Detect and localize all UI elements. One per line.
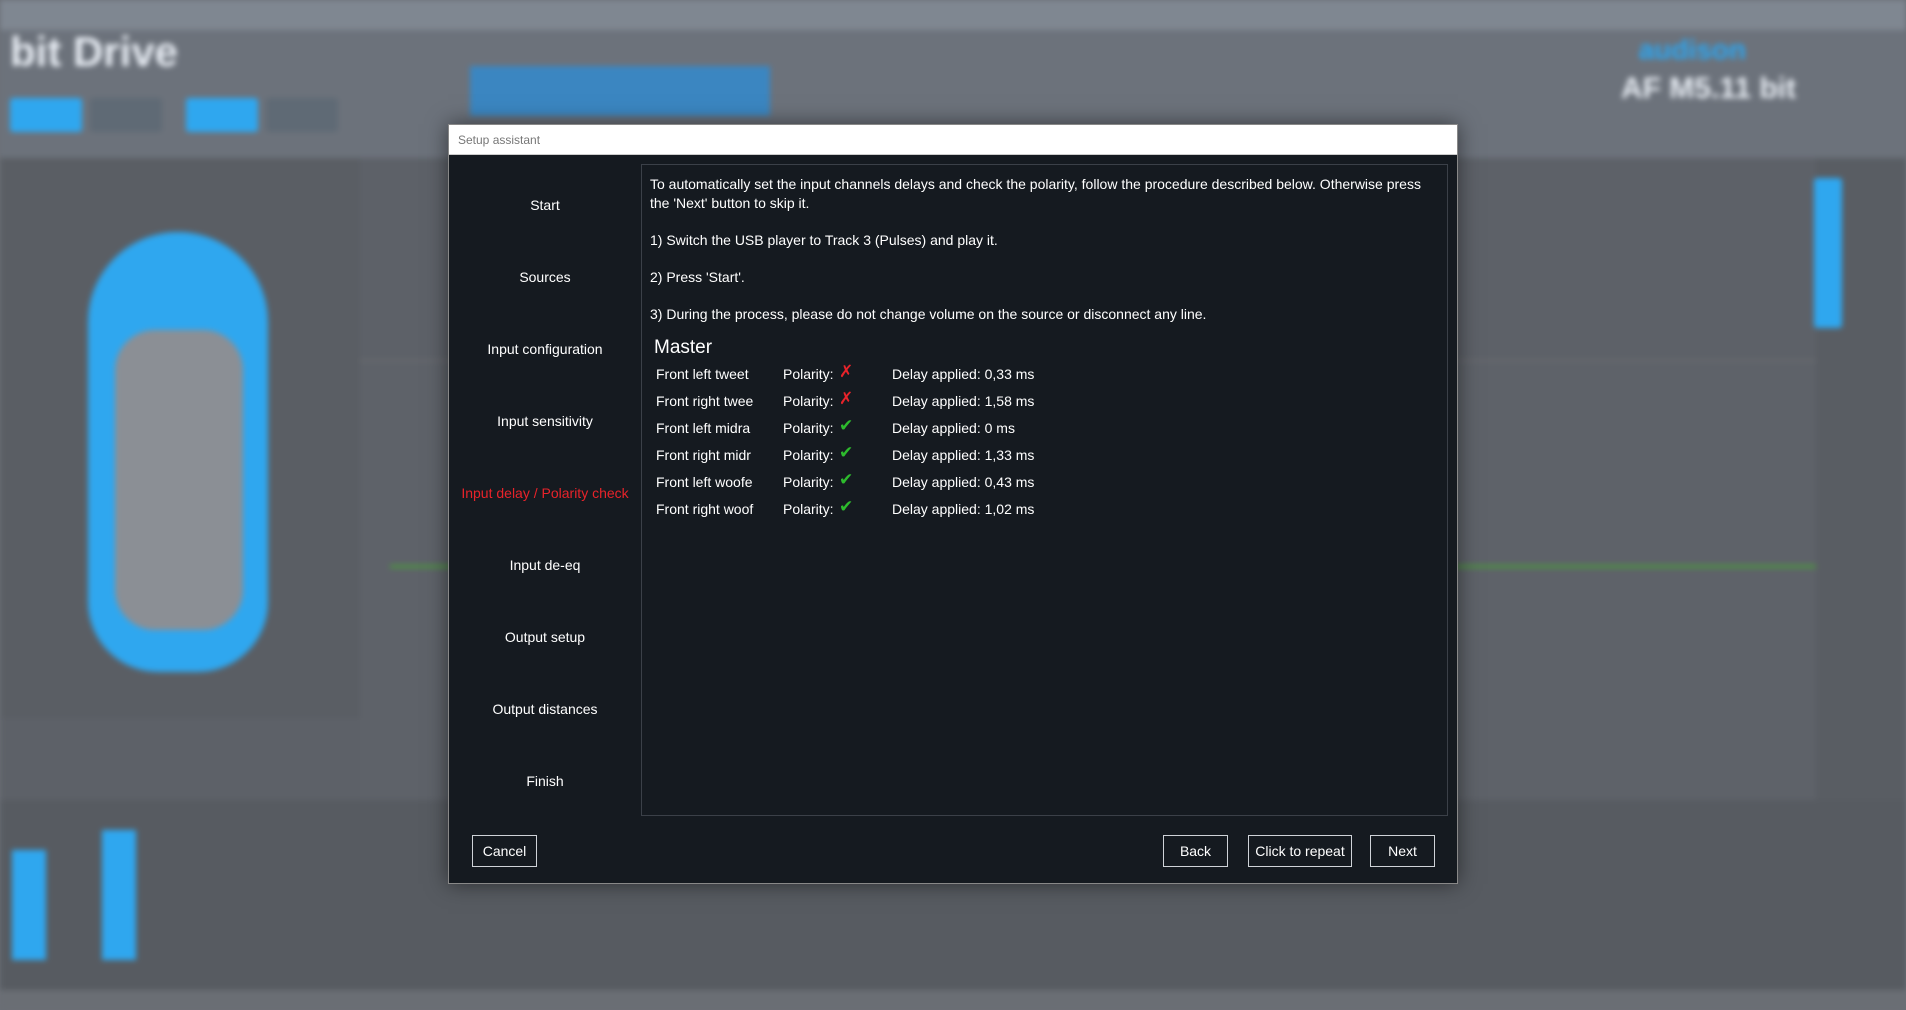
dialog-title: Setup assistant (449, 125, 1457, 155)
polarity-label: Polarity: (783, 366, 834, 382)
app-logo: bit Drive (10, 28, 179, 75)
back-button[interactable]: Back (1163, 835, 1228, 867)
bg-button (266, 98, 338, 132)
bg-volume-slider (12, 850, 46, 960)
next-button[interactable]: Next (1370, 835, 1435, 867)
channel-row: Front right twee Polarity: ✗ Delay appli… (656, 388, 1439, 415)
delay-value: Delay applied: 0 ms (892, 420, 1015, 436)
polarity-cross-icon: ✗ (839, 389, 854, 408)
step-finish[interactable]: Finish (449, 773, 641, 789)
polarity-label: Polarity: (783, 393, 834, 409)
steps-nav: Start Sources Input configuration Input … (449, 155, 641, 815)
step-start[interactable]: Start (449, 197, 641, 213)
polarity-cross-icon: ✗ (839, 362, 854, 381)
step-content-panel: To automatically set the input channels … (641, 164, 1448, 816)
channel-results-table: Front left tweet Polarity: ✗ Delay appli… (656, 361, 1439, 523)
channel-row: Front right midr Polarity: ✔ Delay appli… (656, 442, 1439, 469)
brand-logo: audison (1638, 34, 1746, 65)
bg-tooltip (470, 66, 770, 116)
bg-button (186, 98, 258, 132)
delay-value: Delay applied: 0,43 ms (892, 474, 1035, 490)
bg-statusbar (0, 990, 1906, 1010)
setup-assistant-dialog: Setup assistant Start Sources Input conf… (448, 124, 1458, 884)
intro-text: To automatically set the input channels … (650, 176, 1421, 211)
channel-row: Front left midra Polarity: ✔ Delay appli… (656, 415, 1439, 442)
polarity-check-icon: ✔ (839, 470, 854, 489)
step-input-delay-polarity[interactable]: Input delay / Polarity check (449, 485, 641, 501)
channel-name: Front left tweet (656, 366, 749, 382)
bg-sub-slider (102, 830, 136, 960)
step-sources[interactable]: Sources (449, 269, 641, 285)
channel-row: Front left tweet Polarity: ✗ Delay appli… (656, 361, 1439, 388)
delay-value: Delay applied: 1,58 ms (892, 393, 1035, 409)
bg-master-slider (1814, 178, 1842, 328)
channel-name: Front right woof (656, 501, 754, 517)
polarity-label: Polarity: (783, 420, 834, 436)
channel-name: Front left woofe (656, 474, 753, 490)
polarity-check-icon: ✔ (839, 416, 854, 435)
step-output-distances[interactable]: Output distances (449, 701, 641, 717)
polarity-label: Polarity: (783, 447, 834, 463)
channel-name: Front left midra (656, 420, 751, 436)
polarity-label: Polarity: (783, 474, 834, 490)
cancel-button[interactable]: Cancel (472, 835, 537, 867)
channel-name: Front right twee (656, 393, 754, 409)
step-input-de-eq[interactable]: Input de-eq (449, 557, 641, 573)
delay-value: Delay applied: 1,33 ms (892, 447, 1035, 463)
channel-name: Front right midr (656, 447, 751, 463)
bg-button (10, 98, 82, 132)
device-model: AF M5.11 bit (1620, 72, 1796, 105)
delay-value: Delay applied: 1,02 ms (892, 501, 1035, 517)
section-title-master: Master (654, 337, 713, 358)
instruction-3: 3) During the process, please do not cha… (650, 306, 1207, 322)
repeat-button[interactable]: Click to repeat (1248, 835, 1352, 867)
delay-value: Delay applied: 0,33 ms (892, 366, 1035, 382)
polarity-label: Polarity: (783, 501, 834, 517)
car-interior (115, 330, 243, 630)
step-input-sensitivity[interactable]: Input sensitivity (449, 413, 641, 429)
step-input-configuration[interactable]: Input configuration (449, 341, 641, 357)
channel-row: Front right woof Polarity: ✔ Delay appli… (656, 496, 1439, 523)
polarity-check-icon: ✔ (839, 497, 854, 516)
app-titlebar (0, 0, 1906, 30)
bg-button (90, 98, 162, 132)
polarity-check-icon: ✔ (839, 443, 854, 462)
step-output-setup[interactable]: Output setup (449, 629, 641, 645)
instruction-2: 2) Press 'Start'. (650, 269, 745, 285)
instruction-1: 1) Switch the USB player to Track 3 (Pul… (650, 232, 998, 248)
channel-row: Front left woofe Polarity: ✔ Delay appli… (656, 469, 1439, 496)
